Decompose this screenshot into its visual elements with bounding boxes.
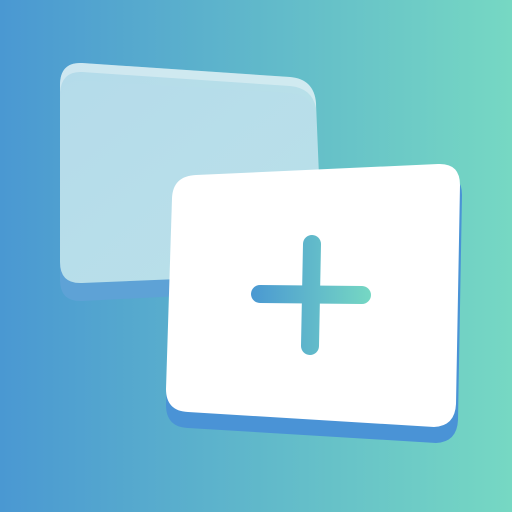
add-card-icon [0, 0, 512, 512]
app-icon [0, 0, 512, 512]
